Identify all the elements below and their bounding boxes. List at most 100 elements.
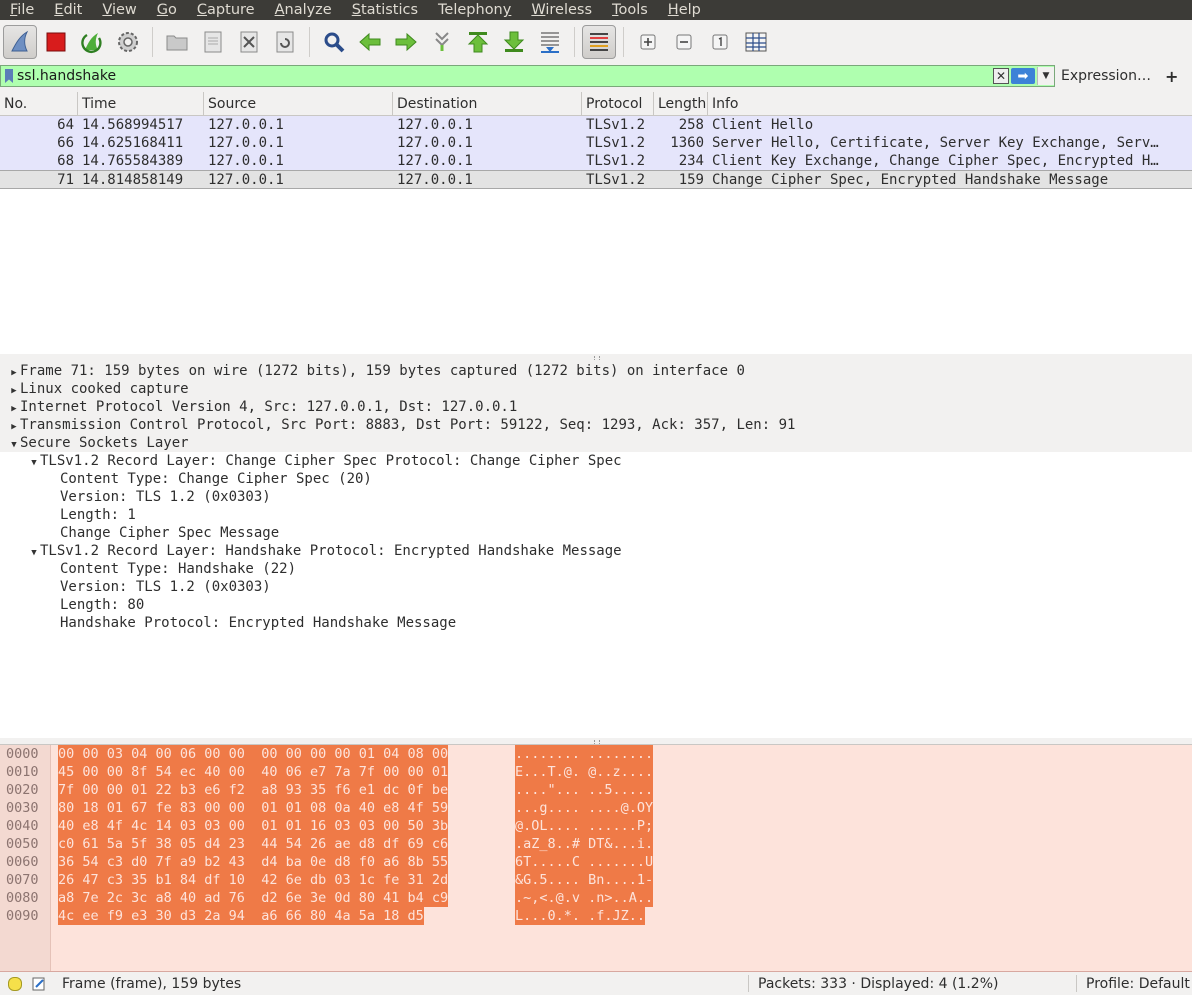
close-file-button[interactable] [232,25,266,59]
column-header-protocol[interactable]: Protocol [582,92,654,116]
bytes-hex[interactable]: 7f 00 00 01 22 b3 e6 f2 a8 93 35 f6 e1 d… [58,781,449,799]
reload-file-button[interactable] [268,25,302,59]
packet-row[interactable]: 66 14.625168411 127.0.0.1 127.0.0.1 TLSv1.2 1… [0,134,1192,152]
tree-item[interactable]: Content Type: Handshake (22) [0,560,1192,578]
save-file-button[interactable] [196,25,230,59]
packet-cell-time: 14.765584389 [82,153,184,169]
packet-row[interactable]: 68 14.765584389 127.0.0.1 127.0.0.1 TLSv1.2 2… [0,152,1192,170]
bytes-offset: 0010 [6,764,39,780]
last-packet-button[interactable] [497,25,531,59]
column-header-length[interactable]: Length [654,92,708,116]
bytes-ascii[interactable]: L...0.*. .f.JZ.. [515,907,646,925]
menu-go[interactable]: Go [147,0,187,20]
menu-view[interactable]: View [92,0,146,20]
menu-analyze[interactable]: Analyze [265,0,342,20]
packet-row[interactable]: 64 14.568994517 127.0.0.1 127.0.0.1 TLSv1.2 2… [0,116,1192,134]
first-packet-button[interactable] [461,25,495,59]
tree-item[interactable]: ▶ Linux cooked capture [0,380,1192,398]
tree-item[interactable]: Length: 80 [0,596,1192,614]
add-filter-button[interactable]: + [1165,67,1178,86]
tree-item[interactable]: ▶ Transmission Control Protocol, Src Port… [0,416,1192,434]
menu-capture[interactable]: Capture [187,0,265,20]
zoom-out-button[interactable] [667,25,701,59]
packet-rows: 64 14.568994517 127.0.0.1 127.0.0.1 TLSv1.2 2… [0,116,1192,189]
column-header-destination[interactable]: Destination [393,92,582,116]
start-capture-button[interactable] [3,25,37,59]
column-header-no[interactable]: No. [0,92,78,116]
bytes-ascii[interactable]: ...g.... ....@.OY [515,799,654,817]
column-header-source[interactable]: Source [204,92,393,116]
save-icon [204,31,222,53]
menu-tools[interactable]: Tools [602,0,658,20]
pane-splitter[interactable] [0,354,1192,362]
bytes-hex[interactable]: c0 61 5a 5f 38 05 d4 23 44 54 26 ae d8 d… [58,835,449,853]
normal-size-button[interactable] [703,25,737,59]
filter-history-dropdown[interactable]: ▼ [1037,67,1054,85]
bytes-hex[interactable]: 26 47 c3 35 b1 84 df 10 42 6e db 03 1c f… [58,871,449,889]
tree-item[interactable]: ▼ TLSv1.2 Record Layer: Change Cipher Spe… [0,452,1192,470]
menu-edit[interactable]: Edit [44,0,92,20]
apply-filter-button[interactable]: ➡ [1011,68,1035,84]
bytes-hex[interactable]: 36 54 c3 d0 7f a9 b2 43 d4 ba 0e d8 f0 a… [58,853,449,871]
clear-filter-button[interactable]: ✕ [993,68,1009,84]
tree-item-label: TLSv1.2 Record Layer: Change Cipher Spec… [40,453,622,469]
last-icon [503,31,525,52]
autoscroll-button[interactable] [533,25,567,59]
tree-item[interactable]: Handshake Protocol: Encrypted Handshake … [0,614,1192,632]
bytes-ascii[interactable]: E...T.@. @..z.... [515,763,654,781]
expert-info-icon[interactable] [8,976,22,991]
tree-item[interactable]: Version: TLS 1.2 (0x0303) [0,578,1192,596]
bytes-hex[interactable]: 80 18 01 67 fe 83 00 00 01 01 08 0a 40 e… [58,799,449,817]
tree-item-label: Length: 80 [60,597,145,613]
menu-wireless[interactable]: Wireless [521,0,602,20]
bookmark-icon[interactable] [5,69,13,83]
bytes-hex[interactable]: 4c ee f9 e3 30 d3 2a 94 a6 66 80 4a 5a 1… [58,907,424,925]
forward-icon [395,32,417,52]
bytes-ascii[interactable]: 6T.....C .......U [515,853,654,871]
menu-statistics[interactable]: Statistics [342,0,428,20]
bytes-ascii[interactable]: ...."... ..5..... [515,781,654,799]
tree-item[interactable]: Change Cipher Spec Message [0,524,1192,542]
menu-telephony[interactable]: Telephony [428,0,521,20]
restart-capture-button[interactable] [75,25,109,59]
bytes-ascii[interactable]: .aZ_8..# DT&...i. [515,835,654,853]
bytes-hex[interactable]: 00 00 03 04 00 06 00 00 00 00 00 00 01 0… [58,745,449,763]
packet-cell-dst: 127.0.0.1 [397,135,473,151]
status-profile[interactable]: Profile: Default [1086,976,1190,992]
go-back-button[interactable] [353,25,387,59]
packet-row[interactable]: 71 14.814858149 127.0.0.1 127.0.0.1 TLSv1.2 1… [0,170,1192,189]
tree-item[interactable]: ▶ Frame 71: 159 bytes on wire (1272 bits)… [0,362,1192,380]
tree-item[interactable]: Length: 1 [0,506,1192,524]
tree-item[interactable]: ▼ TLSv1.2 Record Layer: Handshake Protoco… [0,542,1192,560]
column-header-time[interactable]: Time [78,92,204,116]
column-header-info[interactable]: Info [708,92,1192,116]
bytes-row: 0090 4c ee f9 e3 30 d3 2a 94 a6 66 80 4a … [0,907,1192,925]
display-filter-input[interactable] [17,66,993,86]
capture-options-button[interactable] [111,25,145,59]
tree-item[interactable]: ▶ Internet Protocol Version 4, Src: 127.0… [0,398,1192,416]
bytes-ascii[interactable]: &G.5.... Bn....1- [515,871,654,889]
open-file-button[interactable] [160,25,194,59]
bytes-hex[interactable]: 45 00 00 8f 54 ec 40 00 40 06 e7 7a 7f 0… [58,763,449,781]
tree-item[interactable]: Version: TLS 1.2 (0x0303) [0,488,1192,506]
colorize-button[interactable] [582,25,616,59]
tree-item-label: Internet Protocol Version 4, Src: 127.0.… [20,399,518,415]
menu-file[interactable]: File [0,0,44,20]
expression-button[interactable]: Expression… [1061,68,1151,84]
bytes-hex[interactable]: a8 7e 2c 3c a8 40 ad 76 d2 6e 3e 0d 80 4… [58,889,449,907]
stop-capture-button[interactable] [39,25,73,59]
edit-comment-icon[interactable] [32,977,46,991]
zoom-in-button[interactable] [631,25,665,59]
resize-columns-button[interactable] [739,25,773,59]
find-packet-button[interactable] [317,25,351,59]
tree-item[interactable]: Content Type: Change Cipher Spec (20) [0,470,1192,488]
go-forward-button[interactable] [389,25,423,59]
bytes-hex[interactable]: 40 e8 4f 4c 14 03 03 00 01 01 16 03 03 0… [58,817,449,835]
packet-cell-proto: TLSv1.2 [586,172,646,188]
go-to-packet-button[interactable] [425,25,459,59]
bytes-ascii[interactable]: @.OL.... ......P; [515,817,654,835]
tree-item[interactable]: ▼ Secure Sockets Layer [0,434,1192,452]
bytes-ascii[interactable]: ........ ........ [515,745,654,763]
bytes-ascii[interactable]: .~,<.@.v .n>..A.. [515,889,654,907]
menu-help[interactable]: Help [658,0,711,20]
